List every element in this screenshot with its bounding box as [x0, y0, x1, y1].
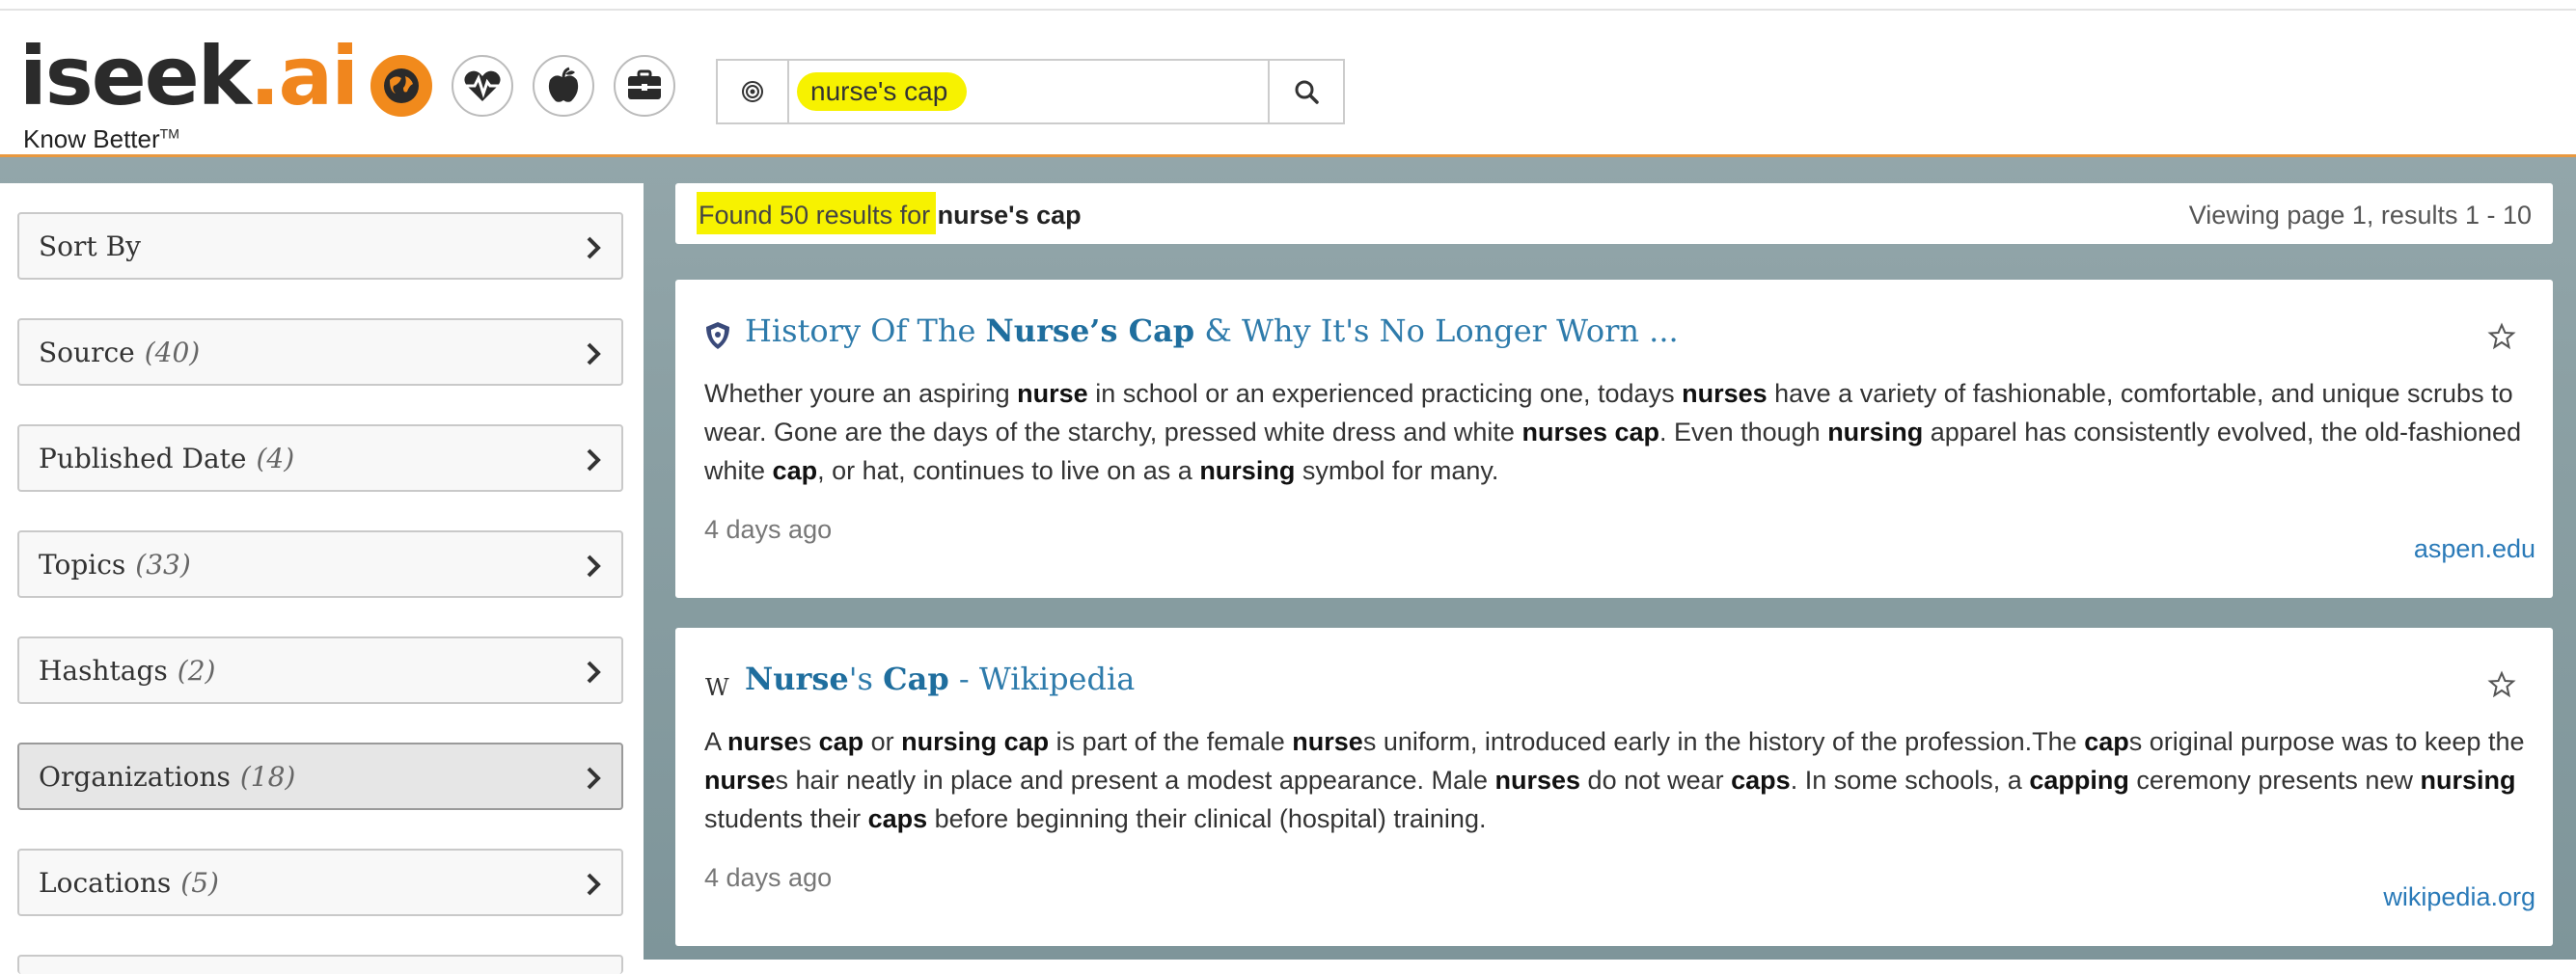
svg-text:W: W: [705, 674, 729, 701]
snippet-text: . Even though: [1659, 418, 1828, 446]
snippet-text: students their: [704, 804, 868, 833]
facet-count: (40): [144, 336, 201, 368]
snippet-text: or: [863, 727, 902, 756]
snippet-keyword: nurse: [1292, 727, 1363, 756]
snippet-keyword: nurse: [727, 727, 799, 756]
facet-organizations[interactable]: Organizations (18): [17, 743, 623, 810]
globe-icon[interactable]: [370, 55, 432, 117]
facet-label: Hashtags: [39, 654, 168, 687]
snippet-keyword: cap: [818, 727, 864, 756]
snippet-text: s original purpose was to keep the: [2128, 727, 2525, 756]
result-domain-link[interactable]: wikipedia.org: [2383, 882, 2535, 912]
snippet-text: A: [704, 727, 728, 756]
snippet-keyword: capping: [2029, 766, 2129, 795]
facet-count: (33): [135, 548, 191, 581]
result-snippet: Whether youre an aspiring nurse in schoo…: [704, 374, 2528, 490]
facet-next-partial[interactable]: [17, 955, 623, 974]
snippet-keyword: nursing: [2420, 766, 2516, 795]
header: iseek.ai Know BetterTM: [0, 11, 2576, 157]
result-title-link[interactable]: Nurse's Cap - Wikipedia: [745, 661, 1135, 697]
result-snippet: A nurses cap or nursing cap is part of t…: [704, 722, 2528, 838]
snippet-keyword: nursing cap: [901, 727, 1050, 756]
top-border: [0, 0, 2576, 11]
results-paging-info: Viewing page 1, results 1 - 10: [2188, 201, 2532, 230]
snippet-keyword: nursing: [1827, 418, 1924, 446]
facet-topics[interactable]: Topics (33): [17, 530, 623, 598]
heartbeat-icon[interactable]: [452, 55, 513, 117]
snippet-text: Whether youre an aspiring: [704, 379, 1018, 408]
snippet-keyword: caps: [867, 804, 928, 833]
snippet-text: s: [798, 727, 819, 756]
snippet-keyword: caps: [1731, 766, 1791, 795]
search-input[interactable]: [787, 59, 1270, 124]
snippet-text: s hair neatly in place and present a mod…: [775, 766, 1495, 795]
snippet-text: ceremony presents new: [2128, 766, 2421, 795]
search-icon: [1295, 80, 1319, 104]
snippet-text: in school or an experienced practicing o…: [1087, 379, 1683, 408]
wikipedia-w-icon: W: [705, 674, 729, 701]
logo-tagline: Know BetterTM: [23, 124, 179, 153]
facet-source[interactable]: Source (40): [17, 318, 623, 386]
facet-count: (18): [239, 760, 296, 793]
snippet-text: symbol for many.: [1295, 456, 1499, 485]
chevron-right-icon: [587, 448, 601, 472]
snippet-text: . In some schools, a: [1790, 766, 2030, 795]
facet-locations[interactable]: Locations (5): [17, 849, 623, 916]
result-card: W Nurse's Cap - Wikipedia A nurses cap o…: [675, 628, 2553, 946]
results-count: Found 50 results for nurse's cap: [699, 201, 1082, 230]
snippet-text: before beginning their clinical (hospita…: [927, 804, 1487, 833]
snippet-keyword: nurses cap: [1521, 418, 1660, 446]
briefcase-icon[interactable]: [614, 55, 675, 117]
snippet-text: is part of the female: [1049, 727, 1293, 756]
snippet-text: s uniform, introduced early in the histo…: [1362, 727, 2085, 756]
facet-label: Sort By: [39, 230, 141, 262]
chevron-right-icon: [587, 767, 601, 790]
facet-label: Source: [39, 336, 135, 368]
chevron-right-icon: [587, 873, 601, 896]
iseek-logo[interactable]: iseek.ai Know BetterTM: [19, 29, 359, 153]
chevron-right-icon: [587, 342, 601, 365]
facet-count: (2): [177, 654, 216, 687]
result-age: 4 days ago: [704, 863, 833, 892]
facet-label: Topics: [39, 548, 126, 581]
snippet-keyword: nurses: [1682, 379, 1768, 408]
search-scope-button[interactable]: [716, 59, 787, 124]
snippet-text: , or hat, continues to live on as a: [817, 456, 1200, 485]
snippet-text: do not wear: [1580, 766, 1732, 795]
shield-icon: [706, 322, 729, 349]
target-icon: [742, 81, 763, 102]
snippet-keyword: nursing: [1199, 456, 1296, 485]
results-summary-bar: Found 50 results for nurse's cap Viewing…: [675, 183, 2553, 244]
snippet-keyword: cap: [2084, 727, 2129, 756]
search-button[interactable]: [1270, 59, 1345, 124]
star-icon[interactable]: [2487, 670, 2516, 699]
logo-wordmark: iseek.ai: [19, 29, 359, 123]
facet-count: (5): [180, 866, 219, 899]
result-domain-link[interactable]: aspen.edu: [2414, 534, 2535, 564]
category-icons: [370, 55, 675, 117]
search-bar: [716, 59, 1345, 124]
snippet-keyword: nurses: [1494, 766, 1581, 795]
chevron-right-icon: [587, 661, 601, 684]
snippet-keyword: cap: [772, 456, 818, 485]
facet-count: (4): [256, 442, 295, 474]
facet-label: Published Date: [39, 442, 247, 474]
result-title-link[interactable]: History Of The Nurse’s Cap & Why It's No…: [745, 312, 1679, 349]
apple-icon[interactable]: [533, 55, 594, 117]
facet-hashtags[interactable]: Hashtags (2): [17, 636, 623, 704]
snippet-keyword: nurse: [704, 766, 776, 795]
result-age: 4 days ago: [704, 515, 833, 544]
facet-label: Locations: [39, 866, 172, 899]
chevron-right-icon: [587, 236, 601, 259]
facet-published-date[interactable]: Published Date (4): [17, 424, 623, 492]
star-icon[interactable]: [2487, 322, 2516, 351]
chevron-right-icon: [587, 555, 601, 578]
facet-sort-by[interactable]: Sort By: [17, 212, 623, 280]
snippet-keyword: nurse: [1017, 379, 1088, 408]
facet-label: Organizations: [39, 760, 231, 793]
result-card: History Of The Nurse’s Cap & Why It's No…: [675, 280, 2553, 598]
facet-sidebar: Sort By Source (40) Published Date (4) T…: [0, 183, 644, 974]
